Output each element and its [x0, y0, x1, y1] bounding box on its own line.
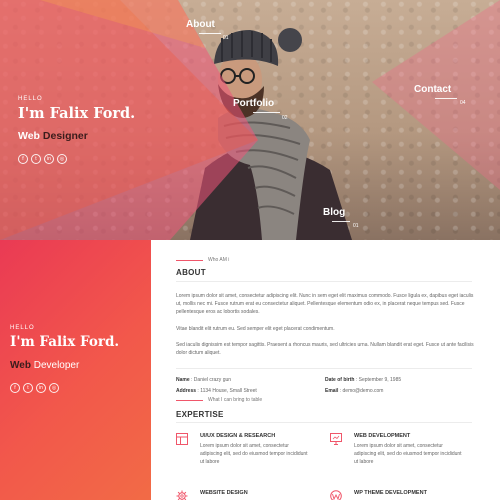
monitor-icon	[330, 433, 342, 445]
info-dob-value: September 9, 1985	[358, 377, 402, 383]
nav-contact-underline	[435, 98, 457, 99]
nav-portfolio-underline	[253, 112, 280, 113]
expertise-tagline-text: What I can bring to table	[208, 397, 263, 403]
service-text: Lorem ipsum dolor sit amet, consectetur …	[354, 443, 462, 465]
about-title: ABOUT	[176, 268, 206, 277]
linkedin-icon[interactable]: in	[44, 154, 54, 164]
panel-name: I'm Falix Ford.	[10, 334, 120, 350]
dribbble-icon[interactable]: ◎	[57, 154, 67, 164]
hero-social-links: f t in ◎	[18, 154, 67, 164]
dribbble-icon[interactable]: ◎	[49, 383, 59, 393]
service-web-development: WEB DEVELOPMENT Lorem ipsum dolor sit am…	[330, 433, 465, 473]
nav-portfolio-number: 02	[282, 115, 288, 121]
info-dob: Date of birth : September 9, 1985	[325, 377, 402, 383]
wordpress-icon	[330, 490, 342, 500]
expertise-title: EXPERTISE	[176, 410, 224, 419]
service-title: WEBSITE DESIGN	[200, 490, 248, 496]
main-content: Who AM i ABOUT Lorem ipsum dolor sit ame…	[151, 240, 500, 500]
panel-greeting: HELLO	[10, 325, 35, 331]
panel-role-word2: Developer	[33, 360, 80, 371]
info-name-value: Daniel crazy gun	[193, 377, 232, 383]
twitter-icon[interactable]: t	[23, 383, 33, 393]
tagline-bar	[176, 399, 203, 401]
service-title: UI/UX DESIGN & RESEARCH	[200, 433, 276, 439]
panel-social-links: f t in ◎	[10, 383, 59, 393]
layout-icon	[176, 433, 188, 445]
service-text: Lorem ipsum dolor sit amet, consectetur …	[200, 443, 308, 465]
info-address: Address : 1134 House, Small Street	[176, 388, 257, 394]
nav-about-underline	[199, 33, 221, 34]
service-ui-ux: UI/UX DESIGN & RESEARCH Lorem ipsum dolo…	[176, 433, 311, 473]
hero-greeting: HELLO	[18, 96, 43, 102]
hero-role: Web Designer	[18, 130, 88, 142]
hero-role-word1: Web	[18, 130, 40, 142]
about-tagline: Who AM i	[176, 257, 229, 263]
nav-blog-underline	[332, 221, 350, 222]
info-name-label: Name	[176, 377, 190, 383]
hero-role-word2: Designer	[42, 130, 88, 142]
hero-banner: HELLO I'm Falix Ford. Web Designer f t i…	[0, 0, 500, 240]
nav-portfolio[interactable]: Portfolio	[233, 98, 274, 109]
about-divider	[176, 281, 472, 282]
info-email-value[interactable]: demo@demo.com	[343, 388, 384, 394]
info-name: Name : Daniel crazy gun	[176, 377, 232, 383]
expertise-divider	[176, 422, 472, 423]
about-paragraph-2: Vitae blandit elit rutrum eu. Sed semper…	[176, 326, 335, 332]
twitter-icon[interactable]: t	[31, 154, 41, 164]
expertise-tagline: What I can bring to table	[176, 397, 262, 403]
service-title: WP THEME DEVELOPMENT	[354, 490, 427, 496]
nav-blog[interactable]: Blog	[323, 207, 345, 218]
info-dob-label: Date of birth	[325, 377, 355, 383]
info-address-label: Address	[176, 388, 197, 394]
panel-role: Web Developer	[10, 360, 79, 371]
nav-about-number: 01	[223, 35, 229, 41]
facebook-icon[interactable]: f	[18, 154, 28, 164]
about-tagline-text: Who AM i	[208, 257, 230, 263]
info-divider	[176, 368, 472, 369]
facebook-icon[interactable]: f	[10, 383, 20, 393]
service-website-design: WEBSITE DESIGN	[176, 490, 311, 500]
info-email-label: Email	[325, 388, 339, 394]
about-paragraph-3: Sed iaculis dignissim est tempor sagitti…	[176, 342, 474, 356]
info-address-value: 1134 House, Small Street	[200, 388, 257, 394]
gear-icon	[176, 490, 188, 500]
nav-contact[interactable]: Contact	[414, 84, 451, 95]
nav-contact-number: 04	[460, 100, 466, 106]
panel-role-word1: Web	[10, 360, 31, 371]
nav-about[interactable]: About	[186, 19, 215, 30]
nav-blog-number: 01	[353, 223, 359, 229]
profile-sidebar: HELLO I'm Falix Ford. Web Developer f t …	[0, 240, 151, 500]
service-wp-theme: WP THEME DEVELOPMENT	[330, 490, 465, 500]
info-email: Email : demo@demo.com	[325, 388, 384, 394]
tagline-bar	[176, 259, 203, 261]
about-paragraph-1: Lorem ipsum dolor sit amet, consectetur …	[176, 293, 474, 315]
service-title: WEB DEVELOPMENT	[354, 433, 411, 439]
hero-name: I'm Falix Ford.	[18, 105, 136, 122]
linkedin-icon[interactable]: in	[36, 383, 46, 393]
